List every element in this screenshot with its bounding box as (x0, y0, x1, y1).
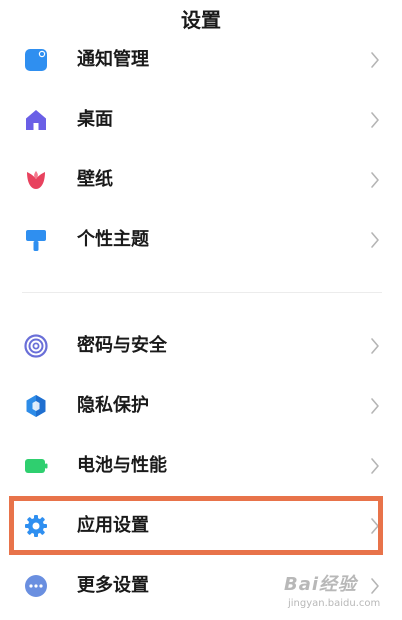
settings-item-password-security[interactable]: 密码与安全 (0, 321, 402, 371)
more-icon (24, 574, 48, 598)
section-divider (22, 292, 382, 293)
chevron-right-icon (370, 51, 380, 69)
settings-item-home-screen[interactable]: 桌面 (0, 95, 402, 145)
settings-item-wallpaper[interactable]: 壁纸 (0, 155, 402, 205)
chevron-right-icon (370, 577, 380, 595)
settings-item-label: 隐私保护 (77, 395, 149, 416)
paint-brush-icon (24, 228, 48, 252)
settings-item-label: 密码与安全 (77, 335, 167, 356)
settings-item-app-settings[interactable]: 应用设置 (0, 501, 402, 551)
chevron-right-icon (370, 457, 380, 475)
chevron-right-icon (370, 337, 380, 355)
notification-icon (24, 48, 48, 72)
settings-item-battery-performance[interactable]: 电池与性能 (0, 441, 402, 491)
chevron-right-icon (370, 231, 380, 249)
settings-item-label: 个性主题 (77, 229, 149, 250)
settings-item-privacy[interactable]: 隐私保护 (0, 381, 402, 431)
settings-item-label: 桌面 (77, 109, 113, 130)
gear-icon (24, 514, 48, 538)
settings-item-notifications[interactable]: 通知管理 (0, 35, 402, 85)
chevron-right-icon (370, 397, 380, 415)
settings-item-label: 通知管理 (77, 49, 149, 70)
settings-item-label: 电池与性能 (77, 455, 167, 476)
tulip-icon (24, 168, 48, 192)
settings-item-themes[interactable]: 个性主题 (0, 215, 402, 265)
battery-icon (24, 454, 48, 478)
settings-item-label: 壁纸 (77, 169, 113, 190)
privacy-shield-icon (24, 394, 48, 418)
fingerprint-icon (24, 334, 48, 358)
chevron-right-icon (370, 517, 380, 535)
page-title: 设置 (181, 8, 221, 32)
chevron-right-icon (370, 171, 380, 189)
settings-item-more-settings[interactable]: 更多设置 (0, 561, 402, 611)
settings-item-label: 应用设置 (77, 515, 149, 536)
settings-item-label: 更多设置 (77, 575, 149, 596)
chevron-right-icon (370, 111, 380, 129)
home-icon (24, 108, 48, 132)
